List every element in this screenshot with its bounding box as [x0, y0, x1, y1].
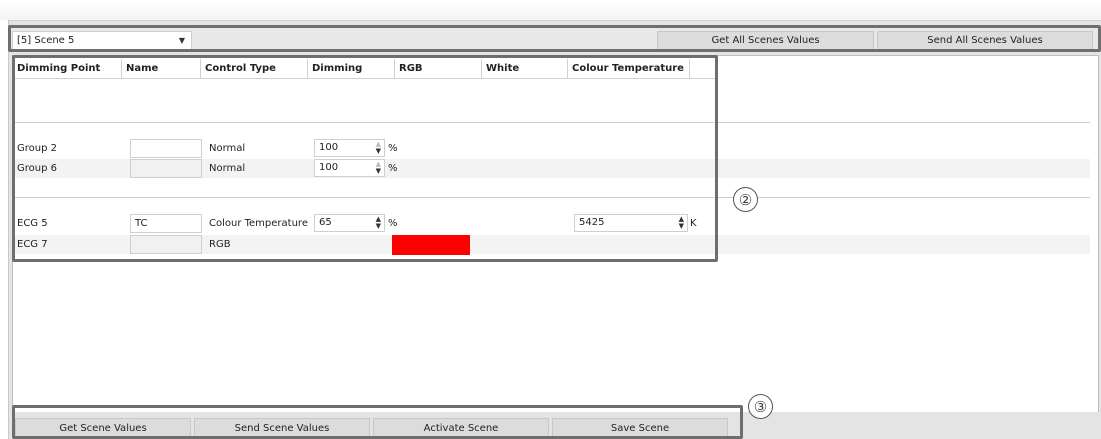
highlight-grid [12, 55, 718, 262]
top-fade [0, 0, 1101, 20]
highlight-toolbar [8, 25, 1101, 52]
highlight-actions [12, 405, 743, 439]
callout-marker-3: ③ [748, 394, 773, 419]
callout-marker-2: ② [733, 187, 758, 212]
